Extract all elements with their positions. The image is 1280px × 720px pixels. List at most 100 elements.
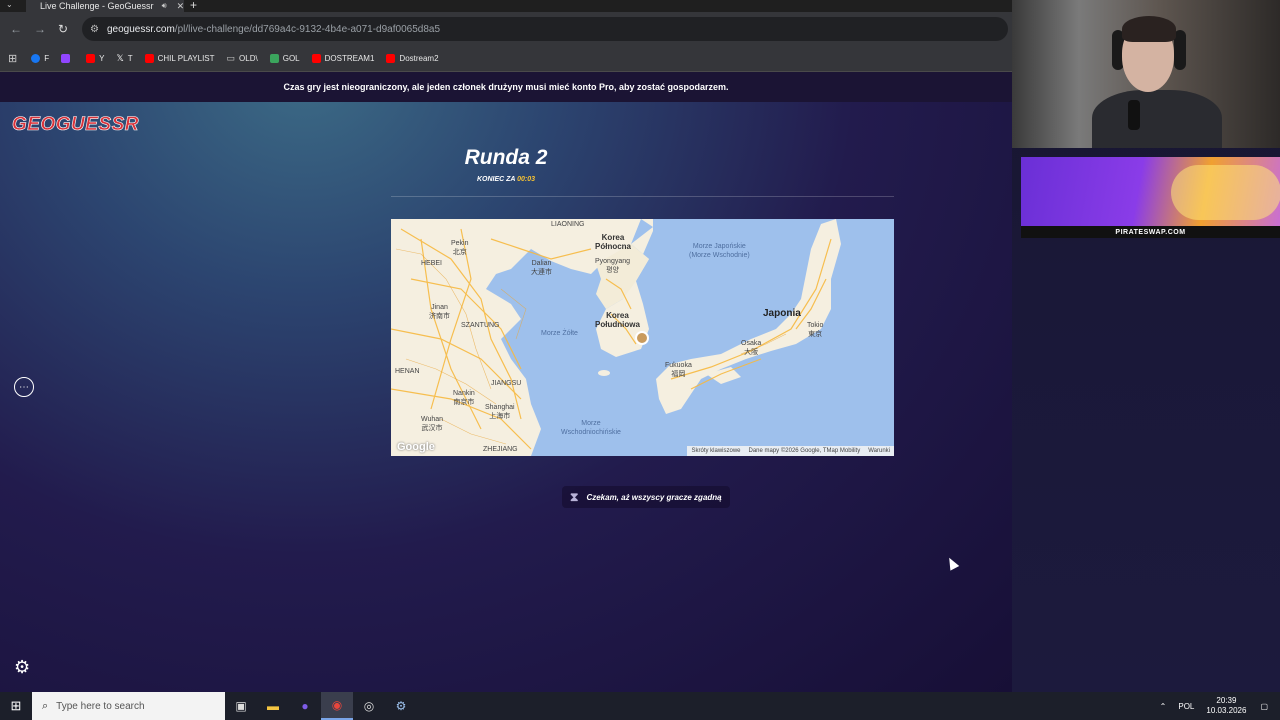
bookmark-label: DOSTREAM1: [324, 54, 375, 63]
bookmark-item[interactable]: DOSTREAM1: [311, 54, 375, 63]
clock[interactable]: 20:39 10.03.2026: [1206, 696, 1246, 716]
clock-date: 10.03.2026: [1206, 706, 1247, 715]
map-label-yellow-sea: Morze Żółte: [541, 330, 578, 337]
screen: ⌄ Live Challenge - GeoGuessr 🔊︎ ✕ + ← → …: [0, 0, 1280, 720]
ad-text: PIRATESWAP.COM: [1021, 226, 1280, 238]
map-label-henan: HENAN: [395, 368, 420, 375]
round-timer: KONIEC ZA 00:03: [0, 176, 1012, 183]
bookmark-item[interactable]: Dostream2: [386, 54, 439, 63]
windows-taskbar: ⊞ ⌕ Type here to search ▣ ▬ ● ◉ ◎ ⚙ ⌃ PO…: [0, 692, 1280, 720]
back-icon[interactable]: ←: [10, 22, 22, 36]
bookmark-item[interactable]: F: [31, 54, 49, 63]
webcam-feed: [1012, 0, 1280, 148]
bookmark-label: Y: [99, 54, 105, 63]
obs-icon[interactable]: ◎: [353, 692, 385, 720]
map-label-shanghai: Shanghai 上海市: [485, 404, 515, 420]
tab-search-icon[interactable]: ⌄: [6, 0, 13, 9]
game-page: Czas gry jest nieograniczony, ale jeden …: [0, 72, 1012, 692]
bookmark-item[interactable]: [61, 54, 74, 63]
address-bar[interactable]: ⚙ geoguessr.com /pl/live-challenge/dd769…: [82, 17, 1008, 41]
x-icon: 𝕏: [116, 53, 124, 63]
close-icon[interactable]: ✕: [177, 1, 185, 12]
youtube-icon: [311, 54, 321, 63]
clock-time: 20:39: [1216, 696, 1237, 705]
app-icon[interactable]: ●: [289, 692, 321, 720]
apps-grid-icon[interactable]: ⊞: [8, 52, 17, 65]
new-tab-icon[interactable]: +: [190, 0, 197, 12]
divider: [391, 196, 894, 197]
mouse-cursor-icon: [944, 555, 960, 571]
map-label-east-china-sea: Morze Wschodniochińskie: [561, 420, 621, 436]
bookmark-label: OLD\: [239, 54, 258, 63]
timer-value: 00:03: [517, 176, 536, 183]
player-guess-pin[interactable]: [635, 331, 649, 345]
file-explorer-icon[interactable]: ▬: [257, 692, 289, 720]
terms-link[interactable]: Warunki: [864, 448, 894, 454]
system-tray: ⌃ POL 20:39 10.03.2026 ▢: [1160, 692, 1280, 720]
taskbar-search[interactable]: ⌕ Type here to search: [32, 692, 225, 720]
microphone-icon: [1128, 100, 1140, 130]
site-info-icon[interactable]: ⚙: [90, 24, 99, 35]
notification-icon[interactable]: ▢: [1260, 702, 1268, 711]
bookmarks-bar: ⊞ F Y 𝕏T CHIL PLAYLIST ▭ OLD\ GOL DOSTREA…: [0, 46, 1012, 72]
youtube-icon: [86, 54, 96, 63]
gol-icon: [269, 54, 279, 63]
speaker-icon[interactable]: 🔊︎: [162, 1, 167, 11]
chat-icon[interactable]: ⋯: [14, 377, 34, 397]
bookmark-item[interactable]: Y: [86, 54, 104, 63]
map-label-osaka: Osaka 大阪: [741, 340, 762, 356]
map-label-north-korea: Korea Północna: [595, 233, 632, 251]
round-title: Runda 2: [464, 146, 548, 169]
geoguessr-logo[interactable]: GEOGUESSR: [12, 114, 139, 136]
google-logo: Google: [397, 441, 435, 453]
twitch-icon: [61, 54, 71, 63]
bookmark-label: Dostream2: [399, 54, 439, 63]
map-label-sea-of-japan: Morze Japońskie (Morze Wschodnie): [689, 243, 750, 259]
windows-start-icon[interactable]: ⊞: [0, 692, 32, 720]
hourglass-icon: ⧗: [570, 489, 579, 504]
map-label-liaoning: LIAONING: [551, 221, 585, 228]
map-label-zhejiang: ZHEJIANG: [483, 446, 518, 453]
bookmark-item[interactable]: 𝕏T: [116, 53, 132, 64]
pro-info-banner: Czas gry jest nieograniczony, ale jeden …: [0, 72, 1012, 102]
map-label-jiangsu: JIANGSU: [491, 380, 522, 387]
streamer-body: [1092, 90, 1222, 148]
map-label-hebei: HEBEI: [421, 260, 443, 267]
facebook-icon: [31, 54, 41, 63]
map-label-tokyo: Tokio 東京: [807, 322, 824, 338]
bookmark-item[interactable]: GOL: [269, 54, 300, 63]
chrome-icon[interactable]: ◉: [321, 692, 353, 720]
map-label-pyongyang: Pyongyang 평양: [595, 258, 631, 274]
map-label-shandong: SZANTUNG: [461, 322, 500, 329]
search-icon: ⌕: [42, 699, 49, 712]
bookmark-label: GOL: [282, 54, 300, 63]
reload-icon[interactable]: ↻: [58, 22, 68, 36]
language-indicator[interactable]: POL: [1178, 702, 1194, 711]
map-attribution: Skróty klawiszowe Dane mapy ©2026 Google…: [687, 446, 894, 456]
tab-active[interactable]: Live Challenge - GeoGuessr 🔊︎ ✕: [26, 0, 184, 12]
tab-title: Live Challenge - GeoGuessr: [40, 1, 154, 11]
gear-icon[interactable]: ⚙: [14, 657, 30, 678]
task-view-icon[interactable]: ▣: [225, 692, 257, 720]
bookmark-item[interactable]: CHIL PLAYLIST: [144, 54, 215, 63]
sponsor-ad: PIRATESWAP.COM: [1021, 157, 1280, 238]
map-data-credit: Dane mapy ©2026 Google, TMap Mobility: [748, 448, 861, 454]
search-placeholder: Type here to search: [56, 700, 145, 712]
waiting-text: Czekam, aż wszyscy gracze zgadną: [586, 492, 722, 502]
keyboard-shortcuts-link[interactable]: Skróty klawiszowe: [687, 448, 744, 454]
map-label-fukuoka: Fukuoka 福岡: [665, 362, 692, 378]
navigation-bar: ← → ↻ ⚙ geoguessr.com /pl/live-challenge…: [0, 12, 1012, 46]
map-label-nanjing: Nankin 南京市: [453, 390, 475, 406]
steam-icon[interactable]: ⚙: [385, 692, 417, 720]
forward-icon[interactable]: →: [34, 22, 46, 36]
map-label-wuhan: Wuhan 武汉市: [421, 416, 444, 432]
bookmark-label: CHIL PLAYLIST: [157, 54, 215, 63]
folder-icon: ▭: [226, 53, 236, 63]
chevron-up-icon[interactable]: ⌃: [1160, 702, 1167, 711]
map-label-dalian: Dalian 大連市: [531, 260, 552, 276]
result-map[interactable]: LIAONING Korea Północna Morze Japońskie …: [391, 219, 894, 456]
youtube-icon: [144, 54, 154, 63]
bookmark-folder[interactable]: ▭ OLD\: [227, 53, 258, 64]
ad-artwork: [1171, 165, 1280, 220]
map-label-beijing: Pekin 北京: [451, 240, 469, 256]
